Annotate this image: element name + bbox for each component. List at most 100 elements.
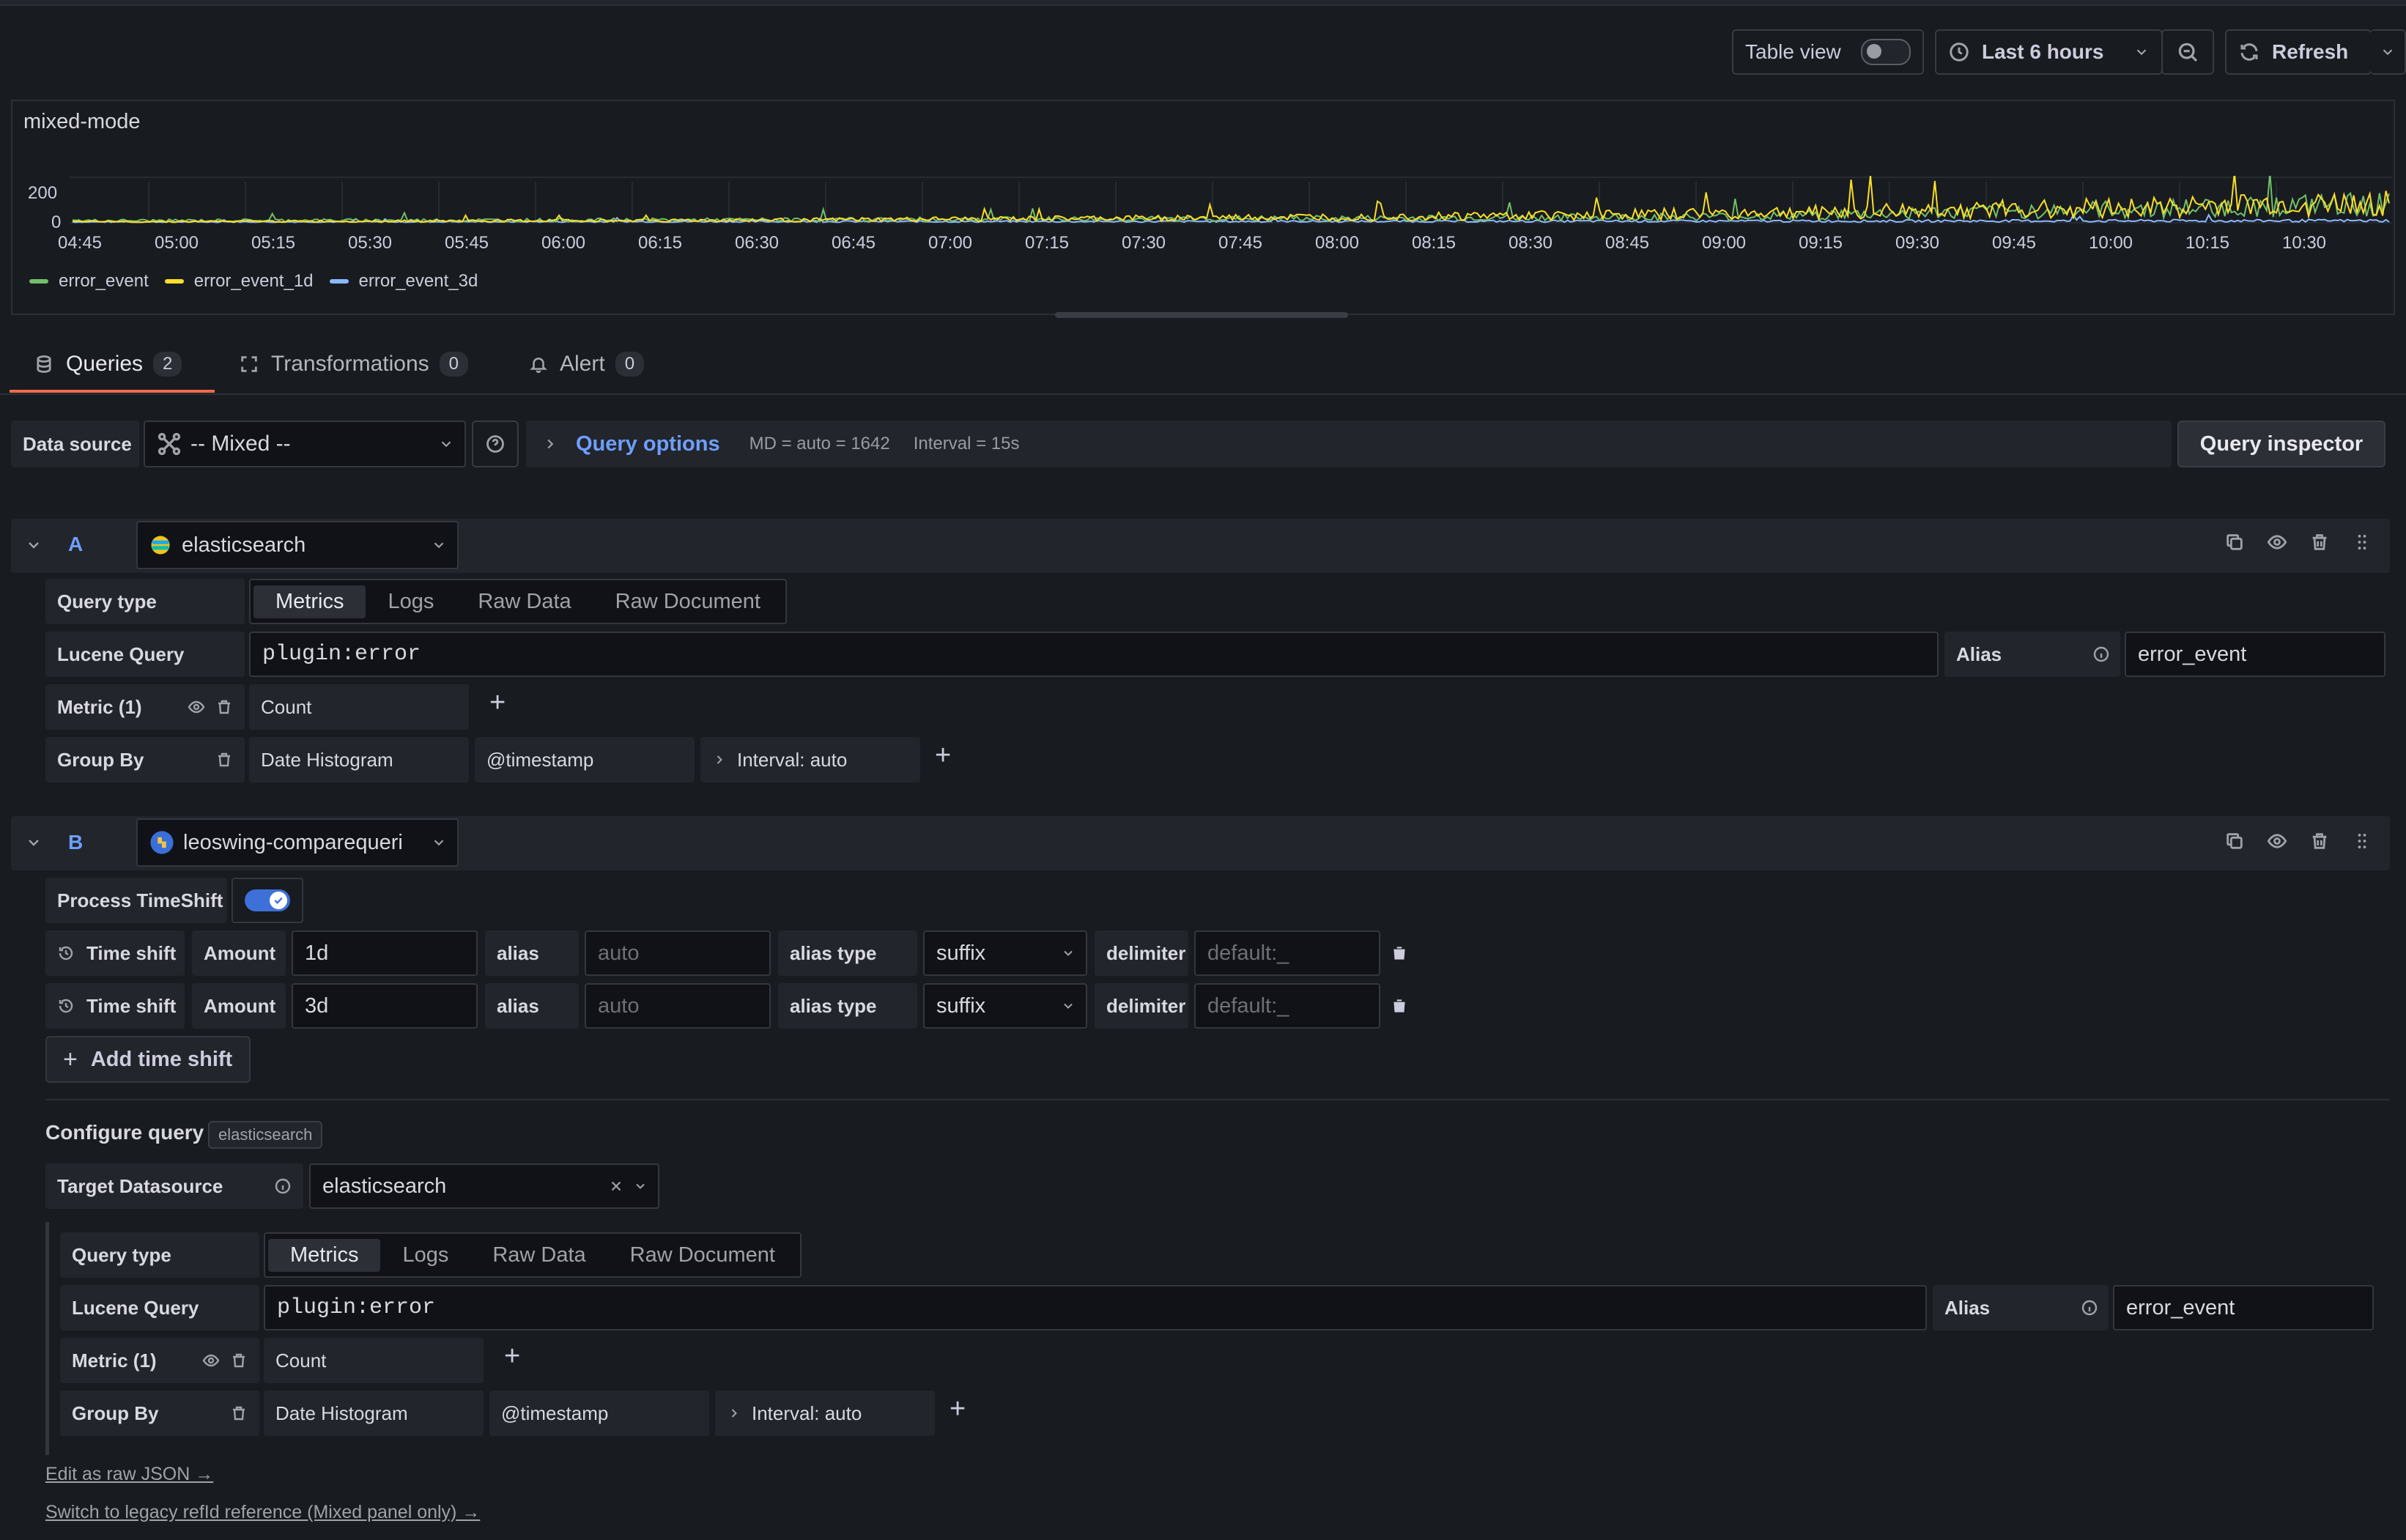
zoom-out-button[interactable] [2161, 29, 2214, 75]
legend-item-error-event[interactable]: error_event [29, 271, 149, 292]
delimiter-label: delimiter [1095, 930, 1188, 976]
query-type-selector[interactable]: Metrics Logs Raw Data Raw Document [264, 1232, 802, 1278]
x-tick-label: 09:00 [1701, 233, 1747, 253]
alias-type-select[interactable]: suffix [923, 983, 1087, 1029]
legend-item-error-event-1d[interactable]: error_event_1d [164, 271, 314, 292]
eye-icon[interactable] [2267, 831, 2287, 851]
info-icon[interactable] [274, 1177, 292, 1195]
chevron-down-icon [434, 840, 444, 846]
info-icon[interactable] [2092, 645, 2110, 663]
x-tick-label: 05:30 [347, 233, 393, 253]
groupby-type-select[interactable]: Date Histogram [264, 1391, 484, 1436]
query-options-bar[interactable]: Query options MD = auto = 1642 Interval … [526, 421, 2172, 467]
groupby-type-select[interactable]: Date Histogram [249, 737, 469, 782]
help-button[interactable] [472, 421, 519, 467]
metric-type-select[interactable]: Count [249, 684, 469, 730]
drag-handle-icon[interactable] [2352, 831, 2372, 851]
query-a-letter[interactable]: A [68, 533, 83, 556]
tab-alert[interactable]: Alert 0 [529, 352, 645, 377]
amount-input[interactable]: 3d [292, 983, 478, 1029]
info-icon[interactable] [2081, 1299, 2098, 1317]
datasource-value: elasticsearch [182, 533, 306, 557]
query-type-selector[interactable]: Metrics Logs Raw Data Raw Document [249, 579, 787, 624]
alias-type-select[interactable]: suffix [923, 930, 1087, 976]
table-view-toggle[interactable]: Table view [1732, 29, 1924, 75]
collapse-chevron-icon[interactable] [25, 834, 42, 851]
toggle-switch[interactable] [1861, 39, 1911, 65]
query-type-raw-data[interactable]: Raw Data [470, 1239, 607, 1272]
panel-resize-handle[interactable] [1055, 312, 1348, 318]
query-type-raw-document[interactable]: Raw Document [608, 1239, 797, 1272]
query-type-logs[interactable]: Logs [366, 585, 456, 618]
query-type-metrics[interactable]: Metrics [268, 1238, 381, 1272]
trash-icon[interactable] [2309, 532, 2330, 552]
clear-icon[interactable] [608, 1178, 624, 1194]
trash-icon[interactable] [215, 751, 233, 769]
query-b-datasource-picker[interactable]: leoswing-comparequeri [136, 818, 459, 867]
refresh-interval-dropdown[interactable] [2370, 29, 2406, 75]
trash-icon[interactable] [2309, 831, 2330, 851]
toggle-switch[interactable] [245, 889, 290, 911]
x-tick-label: 08:15 [1411, 233, 1456, 253]
target-datasource-select[interactable]: elasticsearch [309, 1163, 659, 1209]
delimiter-input[interactable]: default:_ [1194, 930, 1380, 976]
eye-icon[interactable] [188, 698, 205, 716]
query-a-actions [2224, 532, 2372, 552]
metric-type-select[interactable]: Count [264, 1338, 484, 1383]
edit-raw-json-link[interactable]: Edit as raw JSON → [45, 1464, 213, 1485]
trash-icon[interactable] [215, 698, 233, 716]
trash-icon[interactable] [230, 1352, 248, 1369]
tab-queries[interactable]: Queries 2 [34, 352, 182, 377]
alias-input[interactable]: error_event [2125, 632, 2385, 677]
query-type-metrics[interactable]: Metrics [253, 585, 366, 618]
timeshift-label: Time shift [86, 994, 177, 1017]
trash-icon[interactable] [1390, 944, 1409, 963]
add-groupby-button[interactable]: + [950, 1393, 966, 1425]
query-options-label[interactable]: Query options [576, 432, 720, 456]
process-timeshift-toggle[interactable] [232, 878, 303, 923]
drag-handle-icon[interactable] [2352, 532, 2372, 552]
duplicate-icon[interactable] [2224, 532, 2245, 552]
legend-item-error-event-3d[interactable]: error_event_3d [329, 271, 478, 292]
eye-icon[interactable] [2267, 532, 2287, 552]
add-timeshift-button[interactable]: + Add time shift [45, 1036, 251, 1083]
alias-input[interactable]: auto [585, 930, 771, 976]
query-type-raw-data[interactable]: Raw Data [456, 585, 593, 618]
query-inspector-button[interactable]: Query inspector [2177, 421, 2385, 467]
trash-icon[interactable] [1390, 996, 1409, 1015]
legend-label: error_event [59, 271, 149, 291]
check-icon [274, 897, 283, 905]
add-metric-button[interactable]: + [489, 687, 506, 719]
query-type-logs[interactable]: Logs [380, 1239, 470, 1272]
groupby-field-select[interactable]: @timestamp [475, 737, 695, 782]
add-groupby-button[interactable]: + [935, 740, 951, 771]
panel-title: mixed-mode [23, 110, 141, 133]
alias-label-text: Alias [1944, 1296, 1991, 1319]
alias-input[interactable]: auto [585, 983, 771, 1029]
switch-legacy-refid-link[interactable]: Switch to legacy refId reference (Mixed … [45, 1502, 480, 1523]
tab-transformations[interactable]: Transformations 0 [239, 352, 468, 377]
delimiter-input[interactable]: default:_ [1194, 983, 1380, 1029]
query-a-datasource-picker[interactable]: elasticsearch [136, 521, 459, 569]
amount-input[interactable]: 1d [292, 930, 478, 976]
history-icon [59, 946, 73, 960]
collapse-chevron-icon[interactable] [25, 536, 42, 554]
transform-icon [241, 356, 257, 372]
lucene-query-input[interactable]: plugin:error [249, 632, 1939, 677]
time-range-picker[interactable]: Last 6 hours [1935, 29, 2163, 75]
groupby-interval-toggle[interactable]: Interval: auto [700, 737, 920, 782]
timeseries-chart[interactable] [70, 176, 2392, 229]
groupby-field-select[interactable]: @timestamp [489, 1391, 709, 1436]
lucene-query-input[interactable]: plugin:error [264, 1285, 1927, 1330]
alias-input[interactable]: error_event [2113, 1285, 2374, 1330]
eye-icon[interactable] [202, 1352, 220, 1369]
query-b-letter[interactable]: B [68, 831, 83, 854]
datasource-picker[interactable]: -- Mixed -- [144, 421, 466, 467]
query-type-raw-document[interactable]: Raw Document [593, 585, 782, 618]
chevron-down-icon [2136, 49, 2147, 56]
duplicate-icon[interactable] [2224, 831, 2245, 851]
trash-icon[interactable] [230, 1404, 248, 1422]
groupby-interval-toggle[interactable]: Interval: auto [715, 1391, 935, 1436]
refresh-button[interactable]: Refresh [2225, 29, 2372, 75]
add-metric-button[interactable]: + [504, 1341, 520, 1372]
